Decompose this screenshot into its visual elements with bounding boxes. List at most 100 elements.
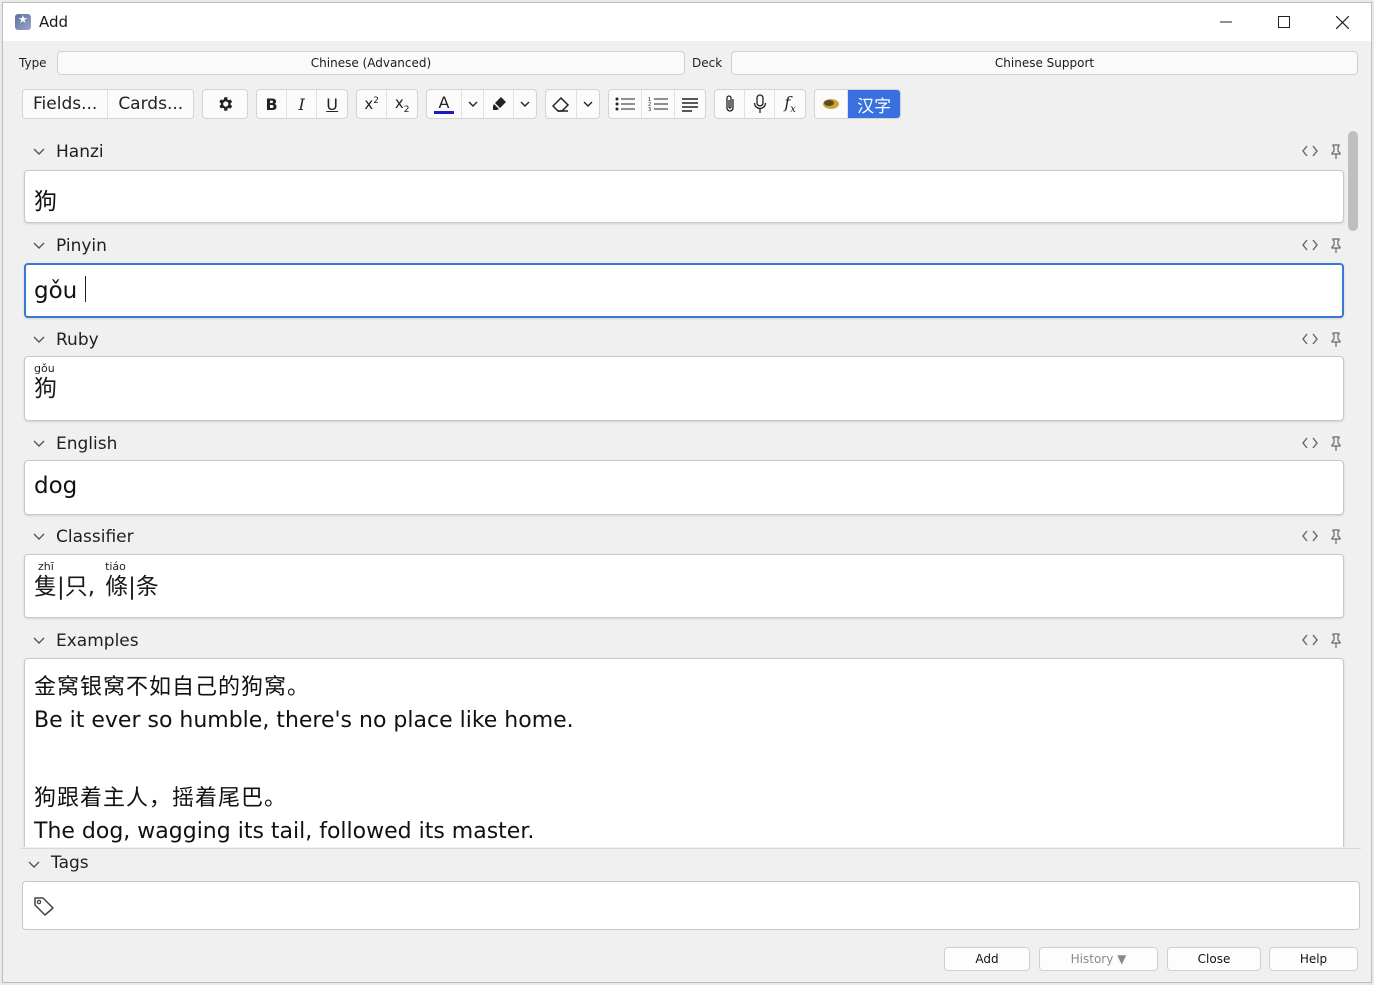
field-name-pinyin: Pinyin [56,236,107,256]
title-bar: Add [3,3,1371,41]
superscript-button[interactable]: x2 [357,90,388,118]
field-editor-english[interactable]: dog [24,460,1344,515]
media-group: fx [714,89,807,119]
highlight-color-button[interactable] [484,90,515,118]
html-editor-icon[interactable] [1302,529,1318,543]
text-color-dropdown[interactable] [462,90,485,118]
add-window: Add Type Chinese (Advanced) Deck Chinese… [2,2,1372,983]
hanzi-value: 狗 [34,189,57,215]
type-label: Type [19,56,47,70]
settings-group [202,89,249,119]
classifier-ruby-1: zhī 隻|只 [34,561,88,601]
mathjax-button[interactable]: fx [775,90,805,118]
cards-button[interactable]: Cards... [108,90,193,118]
add-button[interactable]: Add [944,947,1030,971]
collapse-field-icon[interactable] [33,146,45,158]
text-color-button[interactable]: A [427,90,463,118]
unordered-list-button[interactable] [609,90,643,118]
tags-divider [21,848,1361,849]
clear-format-button[interactable] [546,90,578,118]
pin-icon[interactable] [1330,144,1342,159]
gear-icon [219,97,233,111]
field-editor-hanzi[interactable]: 狗 [24,170,1344,223]
deck-chooser[interactable]: Chinese Support [731,51,1358,75]
pin-icon[interactable] [1330,332,1342,347]
pin-icon[interactable] [1330,529,1342,544]
collapse-field-icon[interactable] [33,635,45,647]
html-editor-icon[interactable] [1302,332,1318,346]
chevron-down-icon [583,101,593,107]
classifier-base-2: 條|条 [105,574,159,600]
close-icon [1335,15,1349,29]
highlight-color-dropdown[interactable] [514,90,536,118]
maximize-icon [1278,16,1290,28]
example-chinese-2: 狗跟着主人，摇着尾巴。 [34,786,288,811]
collapse-field-icon[interactable] [33,240,45,252]
classifier-base-1: 隻|只 [34,574,88,600]
classifier-ruby-2: tiáo 條|条 [105,561,159,601]
ruby-reading: gǒu [34,362,55,375]
text-caret [85,276,87,302]
close-button[interactable]: Close [1167,947,1261,971]
align-justify-icon [682,98,699,112]
function-icon: fx [784,92,796,116]
justify-button[interactable] [675,90,705,118]
maximize-button[interactable] [1255,3,1313,41]
clear-format-dropdown[interactable] [577,90,599,118]
html-editor-icon[interactable] [1302,633,1318,647]
deck-label: Deck [692,56,723,70]
collapse-tags-icon[interactable] [28,859,40,871]
help-button[interactable]: Help [1269,947,1358,971]
field-header-examples: Examples [21,631,1344,653]
bold-button[interactable]: B [257,90,288,118]
field-header-ruby: Ruby [21,330,1344,352]
hanzi-toggle-button[interactable]: 汉字 [848,90,901,118]
svg-text:A: A [439,93,450,112]
bullet-list-icon [615,97,636,111]
fields-button[interactable]: Fields... [23,90,109,118]
tags-label: Tags [51,853,89,873]
chinese-support-button[interactable] [815,90,849,118]
chevron-down-icon [468,101,478,107]
svg-text:3: 3 [648,107,651,112]
superscript-icon: x2 [364,95,379,113]
tags-header: Tags [21,853,321,875]
collapse-field-icon[interactable] [33,334,45,346]
history-button[interactable]: History ▼ [1039,947,1158,971]
html-editor-icon[interactable] [1302,238,1318,252]
example-english-1: Be it ever so humble, there's no place l… [34,708,574,733]
note-type-deck-bar: Type Chinese (Advanced) Deck Chinese Sup… [3,49,1371,77]
collapse-field-icon[interactable] [33,438,45,450]
ruby-annotation: gǒu 狗 [34,363,57,403]
field-editor-examples[interactable]: 金窝银窝不如自己的狗窝。 Be it ever so humble, there… [24,658,1344,847]
collapse-field-icon[interactable] [33,531,45,543]
subscript-button[interactable]: x2 [387,90,417,118]
format-group: B I U [256,89,349,119]
ordered-list-button[interactable]: 123 [642,90,676,118]
pin-icon[interactable] [1330,633,1342,648]
record-audio-button[interactable] [745,90,776,118]
pin-icon[interactable] [1330,238,1342,253]
editor-toolbar: Fields... Cards... B I U x2 x2 A 1 2 3 f… [22,89,909,121]
note-type-chooser[interactable]: Chinese (Advanced) [57,51,685,75]
pin-icon[interactable] [1330,436,1342,451]
field-editor-pinyin[interactable]: gǒu [24,263,1344,318]
settings-button[interactable] [203,90,247,118]
close-window-button[interactable] [1313,3,1371,41]
italic-button[interactable]: I [287,90,318,118]
tag-editor[interactable] [22,881,1360,930]
field-name-examples: Examples [56,631,139,651]
chinese-support-icon [823,99,840,109]
attach-button[interactable] [715,90,746,118]
field-editor-ruby[interactable]: gǒu 狗 [24,356,1344,421]
window-controls [1197,3,1371,41]
fields-scrollbar[interactable] [1346,131,1358,847]
minimize-button[interactable] [1197,3,1255,41]
field-editor-classifier[interactable]: zhī 隻|只 , tiáo 條|条 [24,554,1344,618]
scrollbar-thumb[interactable] [1348,131,1358,231]
html-editor-icon[interactable] [1302,436,1318,450]
english-value: dog [34,473,78,499]
underline-button[interactable]: U [317,90,347,118]
html-editor-icon[interactable] [1302,144,1318,158]
note-type-value: Chinese (Advanced) [310,56,432,70]
